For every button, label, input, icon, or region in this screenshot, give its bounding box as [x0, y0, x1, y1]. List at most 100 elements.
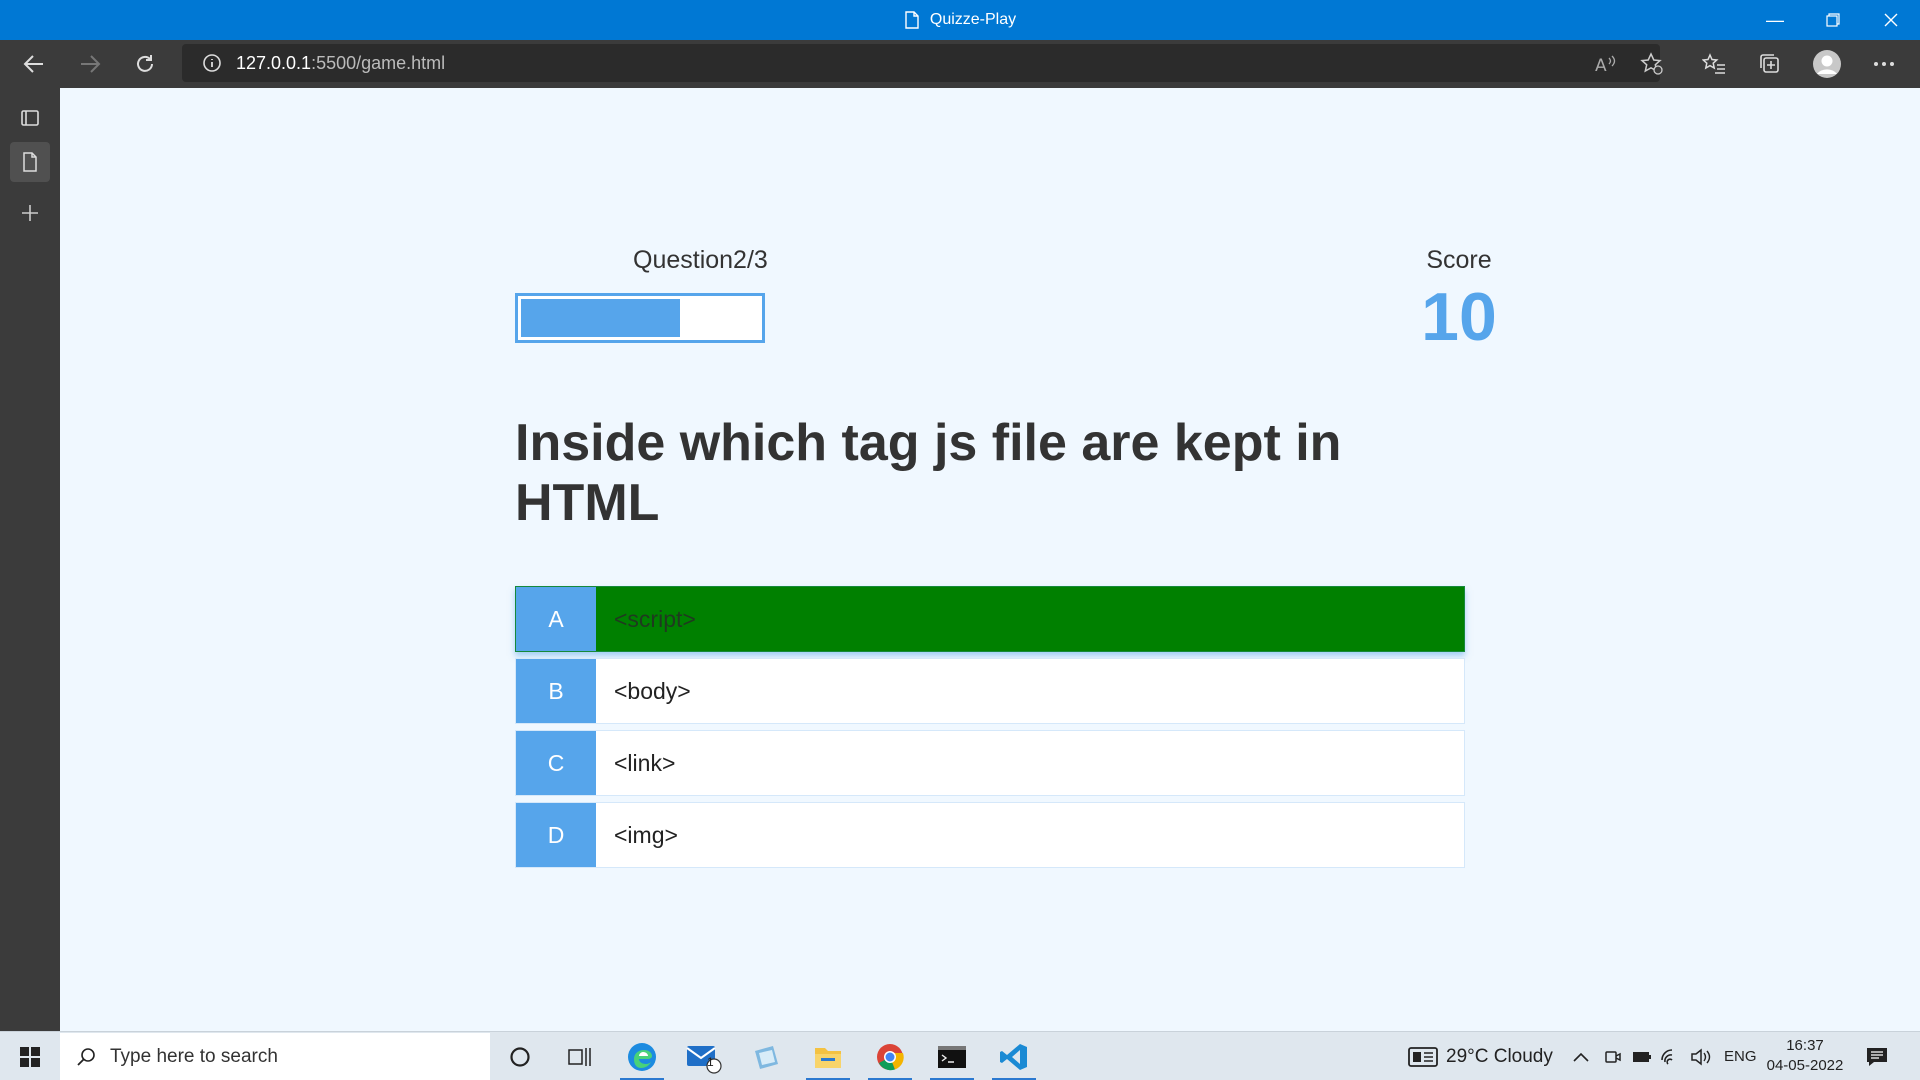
terminal-icon [938, 1045, 966, 1068]
url-host: 127.0.0.1 [236, 52, 312, 73]
choice-text: <script> [614, 605, 696, 632]
vscode-taskbar-button[interactable] [984, 1032, 1044, 1080]
cortana-icon [510, 1046, 530, 1067]
back-button[interactable] [14, 44, 54, 84]
tab-actions-button[interactable] [10, 98, 50, 138]
add-favorite-button[interactable] [1632, 44, 1672, 84]
clock-time: 16:37 [1786, 1037, 1824, 1054]
weather-text: 29°C Cloudy [1446, 1045, 1553, 1067]
action-center-icon [1867, 1047, 1887, 1066]
choice-prefix: A [516, 587, 596, 651]
score-label: Score [1426, 246, 1492, 274]
progress-bar-fill [521, 299, 680, 337]
choice-prefix: C [516, 731, 596, 795]
window-title: Quizze-Play [929, 11, 1017, 28]
settings-more-button[interactable] [1864, 44, 1904, 84]
favorites-button[interactable] [1694, 44, 1734, 84]
notes-taskbar-button[interactable] [736, 1032, 796, 1080]
svg-text:A: A [1595, 56, 1607, 74]
choice-d[interactable]: D <img> [515, 802, 1465, 868]
clock-date: 04-05-2022 [1766, 1057, 1844, 1074]
volume-control[interactable] [1690, 1032, 1712, 1080]
choice-prefix: D [516, 803, 596, 867]
input-language-indicator[interactable]: ENG [1724, 1032, 1757, 1080]
choice-a[interactable]: A <script> [515, 586, 1465, 652]
more-icon [1874, 62, 1894, 66]
window-titlebar: Quizze-Play — [0, 0, 1920, 40]
star-plus-icon [1640, 52, 1663, 75]
page-content: Question2/3 Score 10 Inside which tag js… [60, 88, 1920, 1031]
choice-text: <img> [614, 821, 678, 848]
taskbar: Type here to search 1 29°C Cloudy ENG 16… [0, 1031, 1920, 1080]
page-icon [23, 152, 37, 172]
taskbar-search[interactable]: Type here to search [60, 1033, 490, 1080]
chrome-taskbar-button[interactable] [860, 1032, 920, 1080]
choice-text: <link> [614, 749, 676, 776]
arrow-right-icon [81, 55, 101, 73]
wifi-icon [1661, 1048, 1673, 1065]
mail-badge: 1 [707, 1055, 714, 1069]
choice-prefix: B [516, 659, 596, 723]
reload-button[interactable] [125, 44, 165, 84]
url-path: :5500/game.html [311, 52, 446, 73]
choice-c[interactable]: C <link> [515, 730, 1465, 796]
file-explorer-taskbar-button[interactable] [798, 1032, 858, 1080]
folder-icon [815, 1047, 841, 1068]
edge-icon [628, 1042, 656, 1071]
mail-taskbar-button[interactable]: 1 [674, 1032, 734, 1080]
score-value: 10 [1421, 279, 1497, 355]
question-counter: Question2/3 [633, 246, 768, 274]
question-text: Inside which tag js file are kept in HTM… [515, 414, 1342, 532]
new-tab-button[interactable] [10, 193, 50, 233]
read-aloud-icon: A [1595, 55, 1616, 74]
profile-button[interactable] [1807, 44, 1847, 84]
progress-bar [515, 293, 765, 343]
refresh-icon [137, 55, 153, 72]
wifi-indicator[interactable] [1660, 1032, 1680, 1080]
meet-now-button[interactable] [1604, 1032, 1622, 1080]
battery-indicator[interactable] [1632, 1032, 1652, 1080]
info-icon [203, 54, 221, 72]
vertical-tabs-rail [0, 88, 60, 1031]
task-view-icon [568, 1047, 591, 1066]
chrome-icon [877, 1043, 904, 1070]
edge-taskbar-button[interactable] [612, 1032, 672, 1080]
minimize-button[interactable]: — [1746, 0, 1804, 40]
choice-b[interactable]: B <body> [515, 658, 1465, 724]
favorites-list-icon [1702, 53, 1725, 74]
weather-widget[interactable]: 29°C Cloudy [1408, 1032, 1553, 1080]
window-title-area: Quizze-Play [0, 0, 1920, 40]
restore-button[interactable] [1804, 0, 1862, 40]
page-icon [905, 11, 919, 29]
collections-icon [1760, 54, 1779, 73]
forward-button[interactable] [70, 44, 110, 84]
terminal-taskbar-button[interactable] [922, 1032, 982, 1080]
notes-app-icon [755, 1045, 778, 1069]
tab-actions-icon [21, 110, 39, 126]
read-aloud-button[interactable]: A [1586, 44, 1626, 84]
choice-text: <body> [614, 677, 691, 704]
language-text: ENG [1724, 1048, 1757, 1065]
search-placeholder: Type here to search [110, 1045, 278, 1067]
plus-icon [22, 205, 38, 221]
close-window-button[interactable] [1862, 0, 1920, 40]
taskbar-clock[interactable]: 16:37 04-05-2022 [1760, 1036, 1850, 1076]
search-icon [77, 1047, 95, 1066]
collections-button[interactable] [1750, 44, 1790, 84]
close-icon [1884, 13, 1898, 27]
avatar-icon [1813, 50, 1841, 78]
show-hidden-icons-button[interactable] [1572, 1032, 1590, 1080]
start-button[interactable] [0, 1032, 60, 1080]
speaker-icon [1691, 1047, 1711, 1066]
weather-news-icon [1408, 1046, 1438, 1067]
cortana-button[interactable] [490, 1032, 550, 1080]
address-bar[interactable]: 127.0.0.1:5500/game.html [182, 44, 1660, 82]
notifications-button[interactable] [1866, 1032, 1888, 1080]
tab-quizze-play[interactable] [10, 142, 50, 182]
browser-toolbar: 127.0.0.1:5500/game.html A [0, 40, 1920, 88]
vscode-icon [1000, 1043, 1027, 1070]
windows-logo-icon [20, 1046, 40, 1067]
battery-icon [1633, 1051, 1651, 1062]
task-view-button[interactable] [550, 1032, 610, 1080]
mail-icon [686, 1045, 722, 1074]
